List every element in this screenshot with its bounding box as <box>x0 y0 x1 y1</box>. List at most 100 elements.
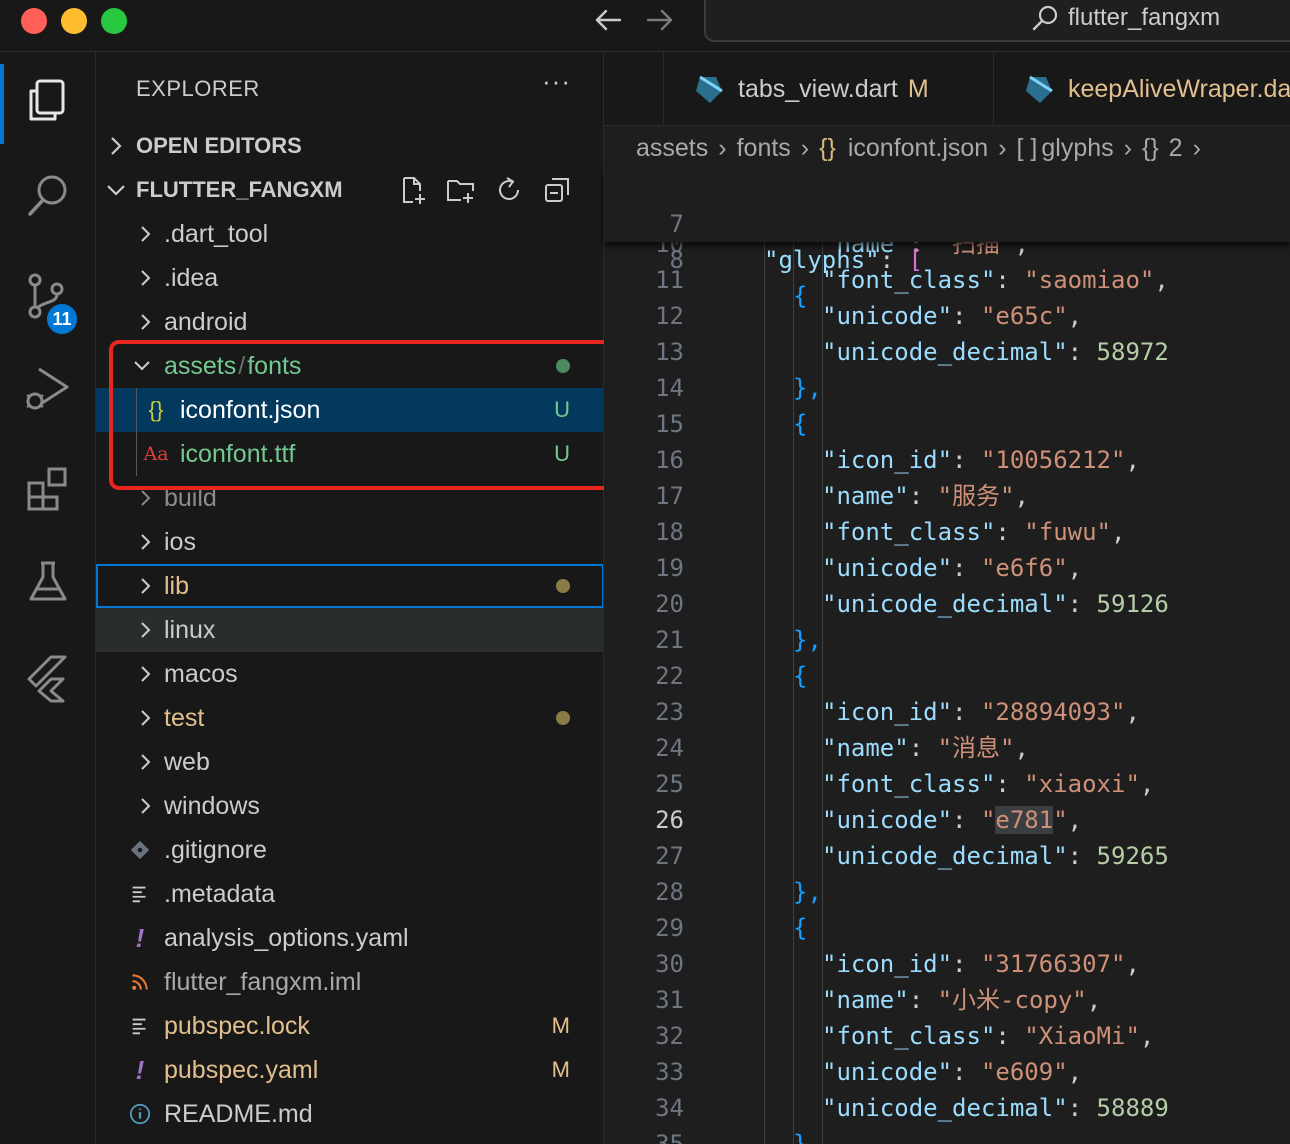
rss-file-icon <box>124 960 156 1004</box>
line-number: 29 <box>655 914 684 942</box>
tree-item-iconfont-ttf[interactable]: Aa iconfont.ttf U <box>96 432 603 476</box>
tab-label: keepAliveWraper.dart <box>1068 74 1290 103</box>
json-key: "icon_id" <box>822 698 953 726</box>
tree-item-pubspec-yaml[interactable]: ! pubspec.yaml M <box>96 1048 603 1092</box>
testing-icon[interactable] <box>0 538 96 626</box>
breadcrumb-item[interactable]: iconfont.json <box>848 134 988 163</box>
tree-item-build[interactable]: build <box>96 476 603 520</box>
json-number: 58972 <box>1096 338 1169 366</box>
tree-item-label: lib <box>164 571 190 600</box>
tree-item-dart-tool[interactable]: .dart_tool <box>96 212 603 256</box>
bracket: { <box>793 282 808 310</box>
flutter-icon[interactable] <box>0 634 96 722</box>
line-number: 18 <box>655 518 684 546</box>
code-line: 12 "unicode": "e65c", <box>604 298 1290 334</box>
breadcrumb: assets › fonts › {} iconfont.json › [ ] … <box>604 126 1290 170</box>
tree-item-web[interactable]: web <box>96 740 603 784</box>
sticky-scroll[interactable]: 7 "glyphs": [ 8 { <box>604 170 1290 310</box>
refresh-icon[interactable] <box>492 173 526 207</box>
tab-overflow[interactable] <box>604 52 664 125</box>
punct: , <box>1067 806 1083 834</box>
tree-item-label: analysis_options.yaml <box>164 923 409 952</box>
tree-item-gitignore[interactable]: .gitignore <box>96 828 603 872</box>
tab-tabs-view[interactable]: tabs_view.dart M <box>664 52 994 125</box>
tree-item-label: test <box>164 703 205 732</box>
more-actions-button[interactable]: ··· <box>542 66 571 97</box>
explorer-icon[interactable] <box>0 56 96 144</box>
line-number: 20 <box>655 590 684 618</box>
command-center[interactable]: flutter_fangxm <box>704 0 1290 42</box>
new-folder-icon[interactable] <box>444 173 478 207</box>
json-key: "font_class" <box>822 770 996 798</box>
forward-arrow-icon[interactable] <box>642 4 678 36</box>
source-control-icon[interactable]: 11 <box>0 252 96 340</box>
json-key: "icon_id" <box>822 950 953 978</box>
line-number: 22 <box>655 662 684 690</box>
dart-file-icon <box>1026 75 1053 103</box>
tree-item-android[interactable]: android <box>96 300 603 344</box>
back-arrow-icon[interactable] <box>590 4 626 36</box>
run-debug-icon[interactable] <box>0 344 96 432</box>
json-key: "name" <box>822 986 909 1014</box>
new-file-icon[interactable] <box>396 173 430 207</box>
tree-item-readme[interactable]: README.md <box>96 1092 603 1136</box>
code-line: 16 "icon_id": "10056212", <box>604 442 1290 478</box>
tree-item-test[interactable]: test <box>96 696 603 740</box>
code-line: 32 "font_class": "XiaoMi", <box>604 1018 1290 1054</box>
minimize-window-button[interactable] <box>61 8 87 34</box>
chevron-right-icon: › <box>998 133 1007 162</box>
tab-keep-alive-wraper[interactable]: keepAliveWraper.dart <box>994 52 1290 125</box>
punct: : <box>952 806 981 834</box>
punct: : <box>995 1022 1025 1050</box>
punct: : <box>952 950 981 978</box>
chevron-right-icon <box>132 476 160 520</box>
tree-item-iml[interactable]: flutter_fangxm.iml <box>96 960 603 1004</box>
tree-item-assets-fonts[interactable]: assets / fonts <box>96 344 603 388</box>
punct: : <box>952 1058 981 1086</box>
tree-item-metadata[interactable]: .metadata <box>96 872 603 916</box>
bracket: }, <box>793 878 822 906</box>
punct: , <box>1154 266 1169 294</box>
tree-item-macos[interactable]: macos <box>96 652 603 696</box>
tree-item-ios[interactable]: ios <box>96 520 603 564</box>
chevron-right-icon <box>132 256 160 300</box>
tree-item-label: .dart_tool <box>164 219 269 248</box>
breadcrumb-item[interactable]: 2 <box>1169 134 1183 163</box>
yaml-file-icon: ! <box>135 922 145 953</box>
json-key: "unicode" <box>822 554 953 582</box>
tree-item-iconfont-json[interactable]: {} iconfont.json U <box>96 388 603 432</box>
tree-item-label: README.md <box>164 1099 313 1128</box>
json-key: "unicode" <box>822 806 953 834</box>
open-editors-section[interactable]: OPEN EDITORS <box>96 124 603 168</box>
chevron-right-icon <box>132 608 160 652</box>
line-number: 25 <box>655 770 684 798</box>
line-number: 34 <box>655 1094 684 1122</box>
editor-tabs: tabs_view.dart M keepAliveWraper.dart <box>604 52 1290 126</box>
tree-item-analysis-options[interactable]: ! analysis_options.yaml <box>96 916 603 960</box>
tree-item-label: .gitignore <box>164 835 267 864</box>
code-editor[interactable]: 10 "name": "扫描", 11 "font_class": "saomiao"… <box>604 170 1290 1144</box>
tree-item-linux[interactable]: linux <box>96 608 603 652</box>
search-icon[interactable] <box>0 152 96 240</box>
breadcrumb-item[interactable]: fonts <box>737 134 791 163</box>
json-key: "unicode" <box>822 1058 953 1086</box>
json-string: "XiaoMi" <box>1024 1022 1140 1050</box>
json-key: "unicode_decimal" <box>822 590 1068 618</box>
line-number: 27 <box>655 842 684 870</box>
extensions-icon[interactable] <box>0 444 96 532</box>
tree-item-lib[interactable]: lib <box>96 564 603 608</box>
tree-item-label: ios <box>164 527 196 556</box>
line-number: 28 <box>655 878 684 906</box>
tree-item-idea[interactable]: .idea <box>96 256 603 300</box>
project-section[interactable]: FLUTTER_FANGXM <box>96 168 603 212</box>
tree-item-windows[interactable]: windows <box>96 784 603 828</box>
breadcrumb-item[interactable]: glyphs <box>1041 134 1113 163</box>
collapse-all-icon[interactable] <box>540 173 574 207</box>
json-string: "xiaoxi" <box>1024 770 1140 798</box>
close-window-button[interactable] <box>21 8 47 34</box>
breadcrumb-item[interactable]: assets <box>636 134 708 163</box>
tree-item-pubspec-lock[interactable]: pubspec.lock M <box>96 1004 603 1048</box>
json-key: "unicode_decimal" <box>822 338 1068 366</box>
code-line: 18 "font_class": "fuwu", <box>604 514 1290 550</box>
maximize-window-button[interactable] <box>101 8 127 34</box>
